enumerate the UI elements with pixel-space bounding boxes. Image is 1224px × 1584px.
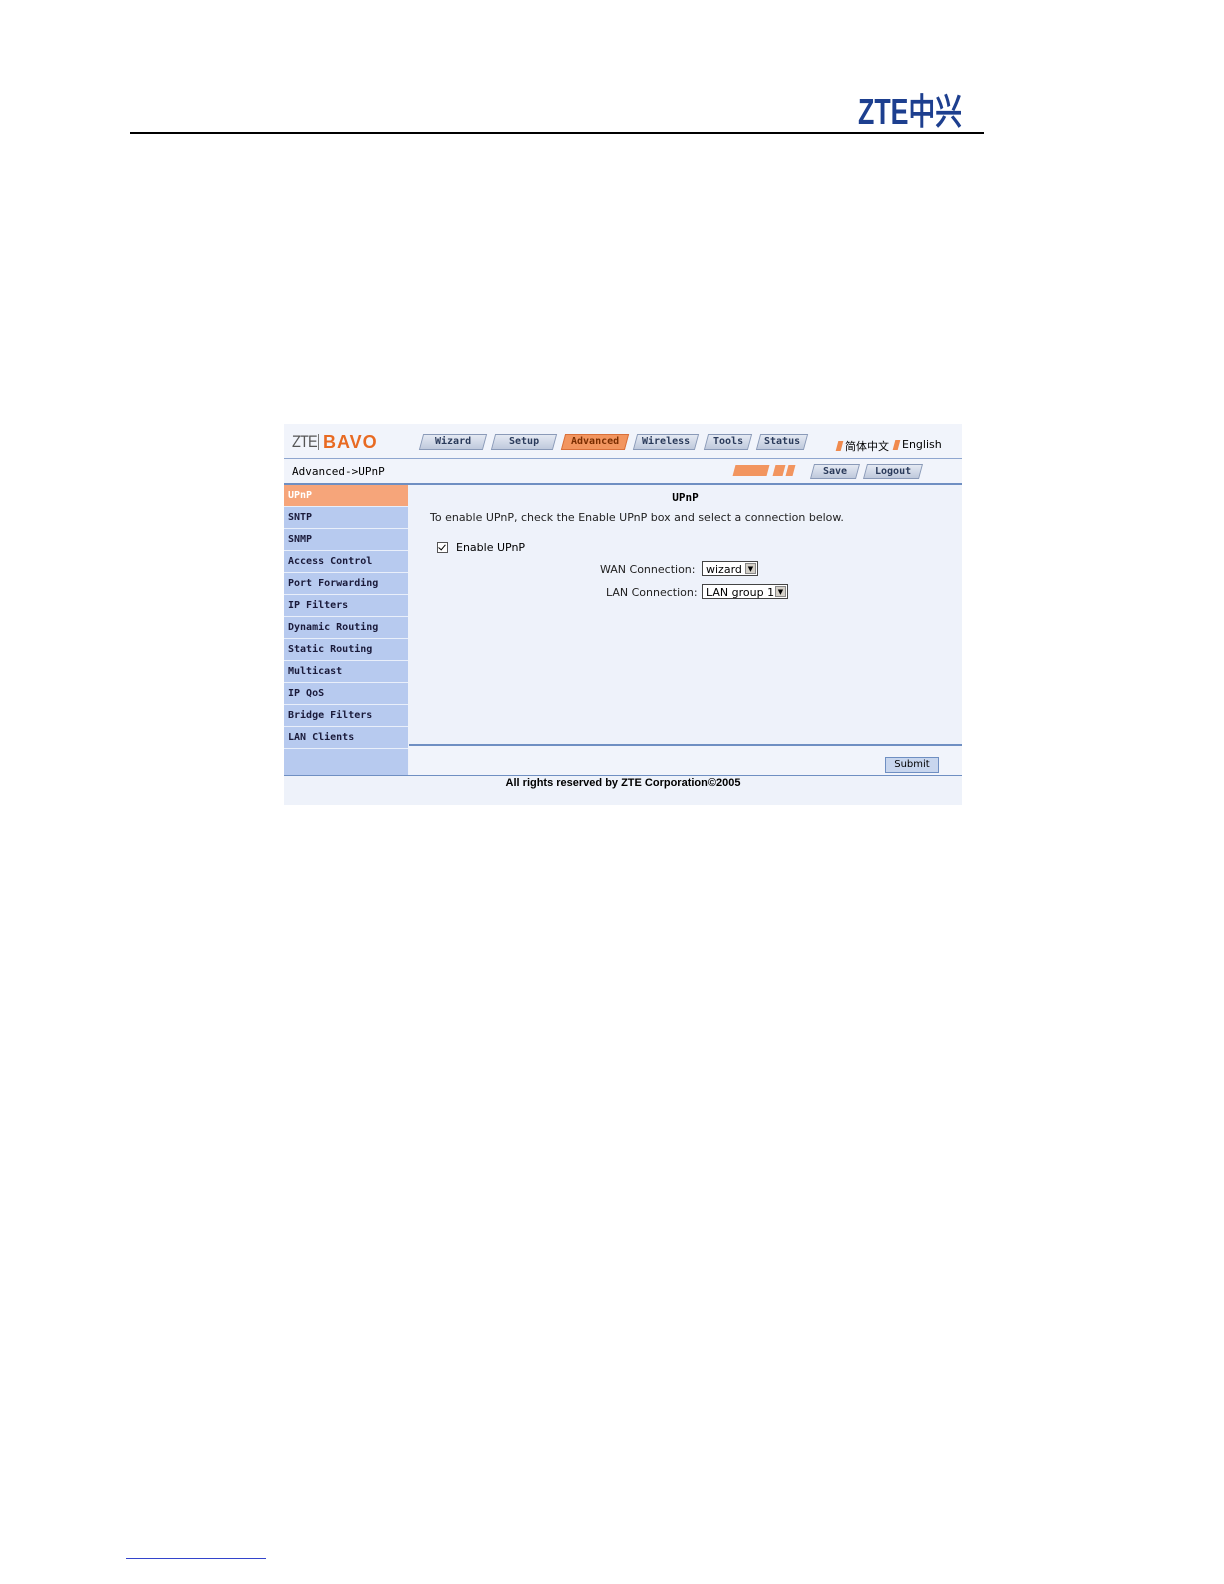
page-title: UPnP <box>672 491 699 504</box>
page-description: To enable UPnP, check the Enable UPnP bo… <box>430 511 844 524</box>
copyright-text: All rights reserved by ZTE Corporation©2… <box>505 777 741 789</box>
breadcrumb: Advanced->UPnP <box>292 465 385 478</box>
enable-upnp-row: Enable UPnP <box>437 541 525 554</box>
decor-bar <box>772 465 786 476</box>
chevron-down-icon: ▼ <box>775 586 786 597</box>
sidebar-item-port-forwarding[interactable]: Port Forwarding <box>284 573 408 595</box>
lang-chinese[interactable]: 简体中文 <box>835 438 889 454</box>
sidebar-item-ip-qos[interactable]: IP QoS <box>284 683 408 705</box>
footer: All rights reserved by ZTE Corporation©2… <box>284 775 962 805</box>
logout-button[interactable]: Logout <box>862 464 924 479</box>
enable-upnp-checkbox[interactable] <box>437 542 448 553</box>
footer-link-underline <box>126 1558 266 1559</box>
sidebar-item-multicast[interactable]: Multicast <box>284 661 408 683</box>
sidebar-item-dynamic-routing[interactable]: Dynamic Routing <box>284 617 408 639</box>
header-rule <box>130 132 984 134</box>
sidebar-item-access-control[interactable]: Access Control <box>284 551 408 573</box>
sidebar-item-static-routing[interactable]: Static Routing <box>284 639 408 661</box>
content-actions: Submit <box>409 744 962 776</box>
sidebar-item-bridge-filters[interactable]: Bridge Filters <box>284 705 408 727</box>
sidebar-item-ip-filters[interactable]: IP Filters <box>284 595 408 617</box>
decor-bar <box>732 465 770 476</box>
sub-bar: Advanced->UPnP Save Logout <box>284 459 962 485</box>
lan-connection-select[interactable]: LAN group 1 ▼ <box>702 584 788 599</box>
enable-upnp-label: Enable UPnP <box>456 541 526 554</box>
save-button[interactable]: Save <box>809 464 861 479</box>
top-bar: ZTE BAVO Wizard Setup Advanced Wireless … <box>284 424 962 459</box>
zte-logo-text: ZTE中兴 <box>858 91 962 132</box>
flag-icon <box>835 441 844 451</box>
tab-tools[interactable]: Tools <box>703 434 753 450</box>
sidebar-item-upnp[interactable]: UPnP <box>284 485 408 507</box>
tab-wireless[interactable]: Wireless <box>632 434 700 450</box>
submit-button[interactable]: Submit <box>885 757 939 773</box>
flag-icon <box>892 439 901 450</box>
decor-bar <box>785 465 796 476</box>
wan-connection-label: WAN Connection: <box>600 563 696 576</box>
sidebar: UPnP SNTP SNMP Access Control Port Forwa… <box>284 485 408 775</box>
router-ui-screenshot: ZTE BAVO Wizard Setup Advanced Wireless … <box>284 424 962 805</box>
sidebar-item-sntp[interactable]: SNTP <box>284 507 408 529</box>
zte-logo: ZTE中兴 <box>858 91 962 132</box>
lang-english[interactable]: English <box>892 438 942 451</box>
main-content: UPnP To enable UPnP, check the Enable UP… <box>409 485 962 743</box>
wan-connection-select[interactable]: wizard ▼ <box>702 561 758 576</box>
brand-bavo: BAVO <box>323 431 378 452</box>
tab-setup[interactable]: Setup <box>490 434 558 450</box>
brand-logo: ZTE BAVO <box>292 432 378 452</box>
brand-zte: ZTE <box>292 432 318 451</box>
tab-wizard[interactable]: Wizard <box>418 434 488 450</box>
tab-advanced[interactable]: Advanced <box>560 434 630 450</box>
tab-status[interactable]: Status <box>755 434 809 450</box>
chevron-down-icon: ▼ <box>745 563 756 574</box>
lan-connection-label: LAN Connection: <box>606 586 698 599</box>
sidebar-item-lan-clients[interactable]: LAN Clients <box>284 727 408 749</box>
sidebar-item-snmp[interactable]: SNMP <box>284 529 408 551</box>
brand-separator <box>318 434 319 450</box>
